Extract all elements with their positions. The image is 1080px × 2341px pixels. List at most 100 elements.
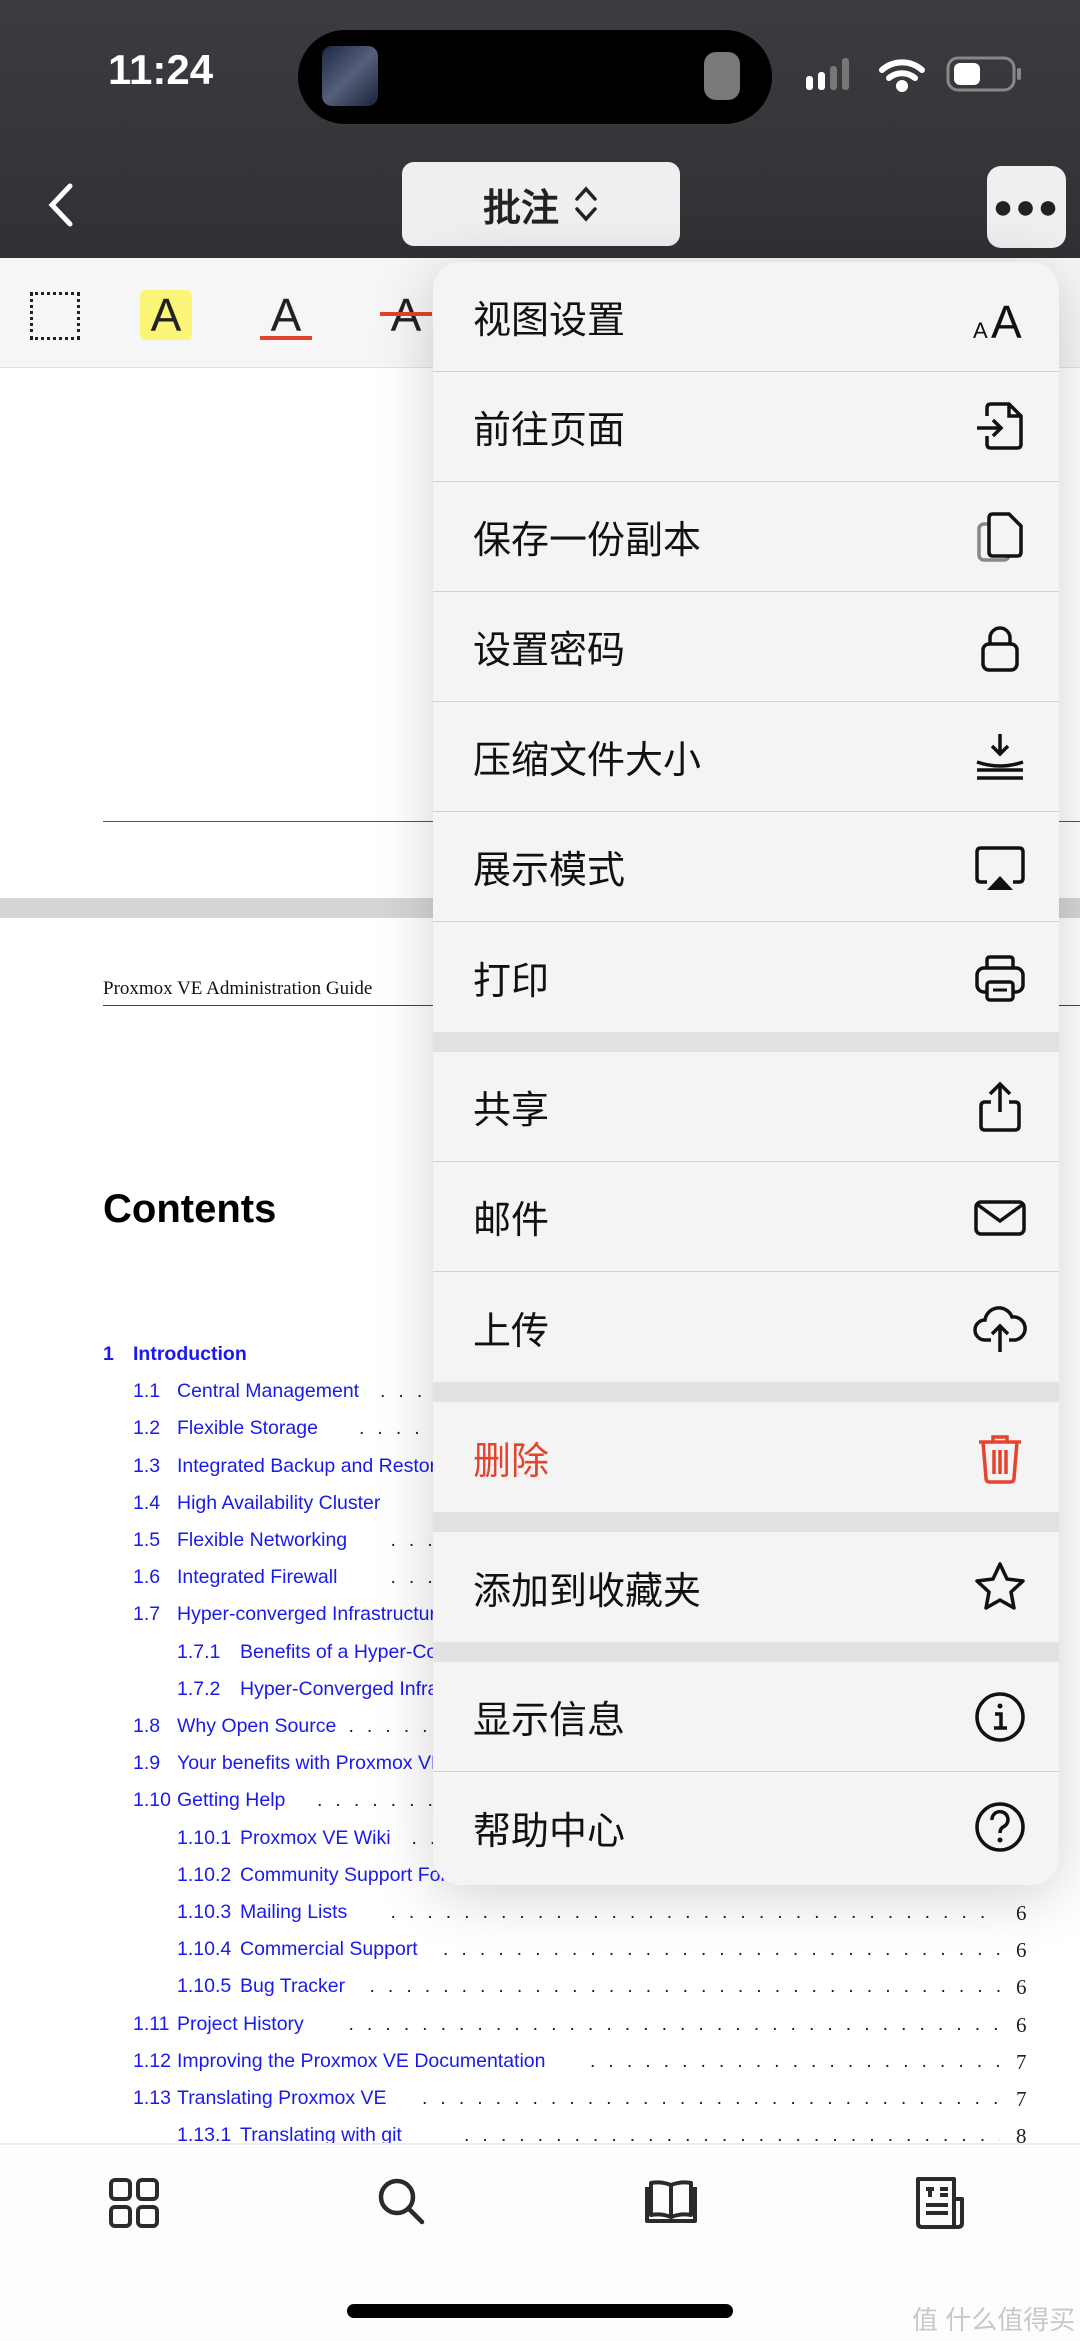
menu-item-label: 删除 [473, 1440, 550, 1483]
toc-number: 1.10.4 [177, 1938, 232, 1961]
menu-item-info[interactable]: 显示信息 [433, 1662, 1059, 1772]
toc-title: Why Open Source [177, 1715, 337, 1737]
thumbnails-icon[interactable] [104, 2173, 164, 2233]
toc-entry[interactable]: 1.10.4 Commercial Support................… [0, 1938, 1080, 1968]
toc-entry[interactable]: 1.10.3 Mailing Lists.....................… [0, 1901, 1080, 1931]
menu-item-label: 共享 [473, 1090, 550, 1132]
toc-title: Translating Proxmox VE [177, 2087, 387, 2109]
menu-item-label: 前往页面 [473, 410, 626, 452]
toc-number: 1.3 [133, 1454, 161, 1477]
highlight-icon[interactable]: A [140, 290, 192, 340]
toc-title: Integrated Firewall [177, 1566, 338, 1589]
toc-number: 1.10.5 [177, 1975, 232, 1998]
toc-entry[interactable]: 1.11 Project History.....................… [0, 2013, 1080, 2043]
chevron-left-icon [48, 183, 73, 227]
strikethrough-icon[interactable]: A [380, 290, 432, 340]
toc-title: Your benefits with Proxmox VE [177, 1752, 444, 1775]
toc-title: Proxmox VE Wiki [240, 1826, 391, 1849]
cloud-upload-icon [973, 1306, 1027, 1352]
toc-number: 1.12 [133, 2049, 171, 2072]
bookmarks-book-icon[interactable] [641, 2173, 701, 2233]
toc-title: Improving the Proxmox VE Documentation [177, 2049, 546, 2072]
toc-number: 1.10.1 [177, 1826, 232, 1849]
toc-number: 1 [103, 1343, 114, 1365]
menu-item-compress[interactable]: 压缩文件大小 [433, 702, 1059, 812]
menu-item-label: 帮助中心 [473, 1810, 626, 1853]
toc-number: 1.1 [133, 1380, 161, 1403]
go-to-page-icon [977, 401, 1023, 450]
menu-item-help[interactable]: 帮助中心 [433, 1772, 1059, 1882]
menu-item-label: 压缩文件大小 [473, 740, 702, 782]
chevron-up-down-icon [575, 186, 597, 222]
svg-text:A: A [991, 296, 1022, 346]
menu-item-duplicate[interactable]: 保存一份副本 [433, 482, 1059, 592]
help-icon [975, 1802, 1025, 1852]
printer-icon [975, 955, 1025, 1002]
menu-item-label: 上传 [473, 1310, 550, 1353]
toc-page: 6 [1016, 1901, 1027, 1925]
mail-icon [974, 1199, 1026, 1236]
watermark: 值 什么值得买 [912, 2305, 1076, 2335]
toc-leader: ........................................… [443, 1938, 1000, 1961]
menu-item-go-to-page[interactable]: 前往页面 [433, 372, 1059, 482]
menu-item-airplay[interactable]: 展示模式 [433, 812, 1059, 922]
toc-number: 1.6 [133, 1566, 161, 1589]
menu-item-label: 展示模式 [473, 850, 626, 892]
toc-title: High Availability Cluster [177, 1491, 381, 1514]
menu-group-separator [433, 1512, 1059, 1532]
back-button[interactable] [40, 180, 80, 230]
toc-entry[interactable]: 1.13 Translating Proxmox VE..............… [0, 2087, 1080, 2117]
airplay-icon [975, 845, 1025, 890]
menu-item-mail[interactable]: 邮件 [433, 1162, 1059, 1272]
annotation-mode-selector[interactable]: 批注 [402, 162, 680, 246]
menu-item-star[interactable]: 添加到收藏夹 [433, 1532, 1059, 1642]
toc-number: 1.13 [133, 2087, 171, 2109]
toc-leader: ........................................… [369, 1975, 1001, 1998]
now-playing-artwork [322, 46, 378, 106]
toc-leader: ........................................… [590, 2049, 1000, 2072]
home-indicator[interactable] [347, 2304, 733, 2318]
toc-leader: ........................................… [390, 1901, 1001, 1923]
status-icons [806, 56, 1021, 92]
toc-leader: ........................................… [348, 2012, 1001, 2035]
toc-entry[interactable]: 1.10.5 Bug Tracker.......................… [0, 1975, 1080, 2005]
search-icon[interactable] [372, 2173, 432, 2233]
menu-item-label: 保存一份副本 [473, 520, 702, 562]
wifi-icon [879, 59, 925, 92]
battery-icon [946, 56, 1021, 92]
menu-item-text-size[interactable]: 视图设置 A A [433, 262, 1059, 372]
toc-title: Project History [177, 2012, 304, 2035]
toc-leader: ........................................… [422, 2087, 1000, 2109]
menu-group-separator [433, 1642, 1059, 1662]
more-actions-menu: 视图设置 A A 前往页面保存一份副本 设置密码压缩文件大小 展示模式打印共享邮件上传删除… [433, 262, 1059, 1885]
outline-icon[interactable] [910, 2173, 970, 2233]
star-icon [975, 1562, 1025, 1610]
toc-number: 1.11 [133, 2012, 170, 2035]
toc-title: Flexible Storage [177, 1417, 318, 1440]
menu-item-cloud-upload[interactable]: 上传 [433, 1272, 1059, 1382]
menu-item-trash[interactable]: 删除 [433, 1402, 1059, 1512]
toc-number: 1.7.2 [177, 1677, 221, 1700]
compress-icon [976, 733, 1024, 780]
menu-item-label: 邮件 [473, 1200, 550, 1242]
toc-title: Central Management [177, 1380, 360, 1403]
menu-item-label: 设置密码 [473, 630, 626, 672]
toc-number: 1.7 [133, 1603, 161, 1626]
cellular-signal-icon [806, 58, 849, 90]
menu-item-lock[interactable]: 设置密码 [433, 592, 1059, 702]
toc-entry[interactable]: 1.12 Improving the Proxmox VE Documentati… [0, 2050, 1080, 2080]
underline-icon[interactable]: A [260, 290, 312, 340]
toc-entry[interactable]: 1.13.1 Translating with git..............… [0, 2124, 1080, 2144]
menu-item-label: 显示信息 [473, 1700, 626, 1742]
more-button[interactable]: ●●● [987, 166, 1066, 248]
toc-title: Introduction [133, 1343, 247, 1365]
menu-item-printer[interactable]: 打印 [433, 922, 1059, 1032]
toc-number: 1.8 [133, 1715, 161, 1737]
menu-item-share[interactable]: 共享 [433, 1052, 1059, 1162]
menu-item-label: 添加到收藏夹 [473, 1570, 702, 1613]
svg-text:A: A [973, 318, 988, 343]
toc-page: 8 [1016, 2124, 1027, 2144]
running-header: Proxmox VE Administration Guide [103, 978, 373, 999]
toc-number: 1.10 [133, 1789, 171, 1812]
rect-select-icon[interactable] [30, 292, 80, 340]
